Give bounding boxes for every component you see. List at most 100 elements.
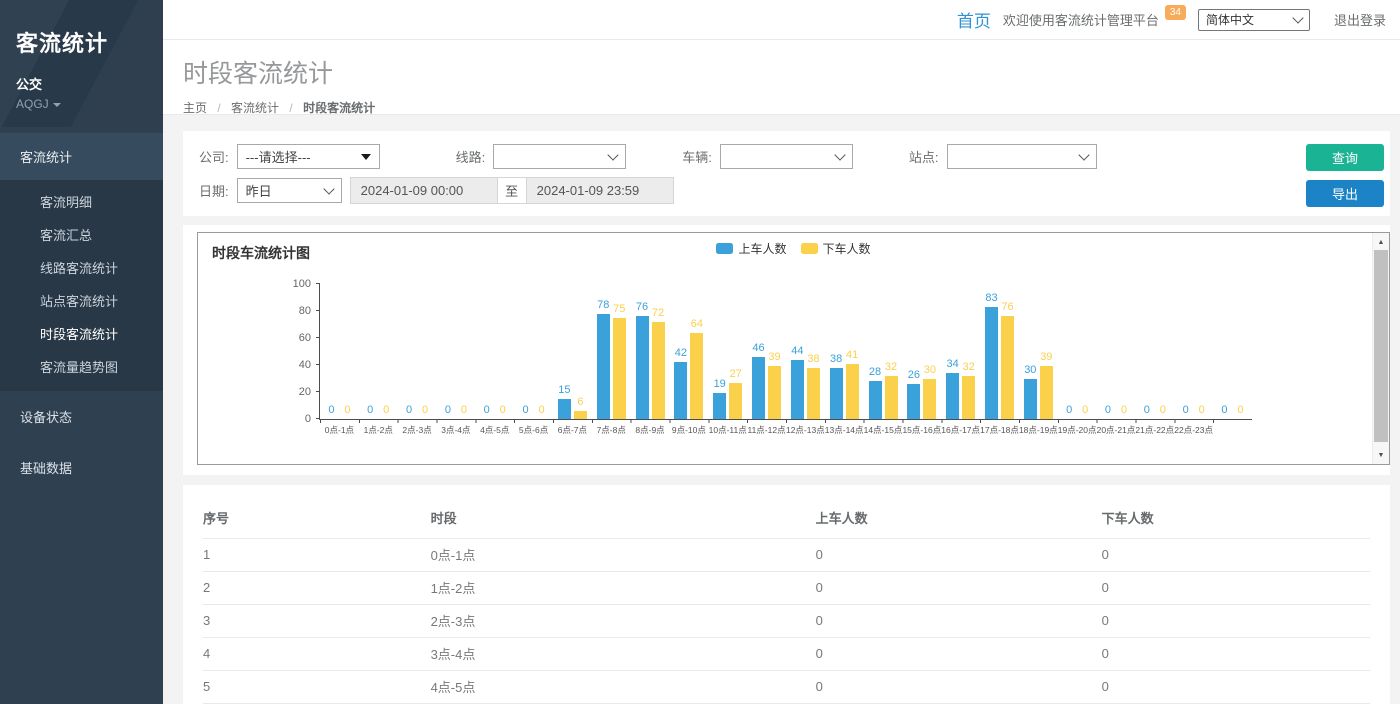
- table-cell: 0点-1点: [431, 539, 816, 572]
- table-cell: 2: [203, 572, 431, 605]
- line-select[interactable]: [493, 144, 626, 169]
- logout-link[interactable]: 退出登录: [1334, 10, 1386, 29]
- x-tick-label: 13点-14点: [825, 424, 864, 436]
- table-cell: 4: [203, 638, 431, 671]
- table-cell: 0: [816, 605, 1102, 638]
- org-name: 公交: [16, 74, 147, 93]
- bar-value-label: 0: [1183, 404, 1189, 416]
- topbar: 首页 欢迎使用客流统计管理平台 34 简体中文 退出登录: [163, 0, 1400, 40]
- language-select[interactable]: 简体中文: [1198, 9, 1310, 31]
- bar: 30: [1024, 379, 1037, 420]
- bar-group: 2832: [864, 376, 903, 419]
- table-cell: 5: [203, 671, 431, 704]
- scrollbar-down-arrow[interactable]: ▼: [1373, 447, 1389, 463]
- breadcrumb-home[interactable]: 主页: [183, 101, 207, 115]
- bar: 39: [768, 366, 781, 419]
- bar-value-label: 30: [924, 364, 936, 376]
- bar: 42: [674, 362, 687, 419]
- chart-scrollbar[interactable]: ▲ ▼: [1372, 233, 1389, 464]
- bar-group: 156: [553, 399, 592, 419]
- table-body: 10点-1点0021点-2点0032点-3点0043点-4点0054点-5点00…: [203, 539, 1370, 704]
- bar: 15: [558, 399, 571, 419]
- bar-group: 3841: [825, 364, 864, 419]
- table-cell: 0: [1102, 671, 1370, 704]
- app-window: 客流统计 公交 AQGJ 客流统计 客流明细客流汇总线路客流统计站点客流统计时段…: [0, 0, 1400, 704]
- table-cell: 1点-2点: [431, 572, 816, 605]
- bar-value-label: 44: [791, 345, 803, 357]
- y-tick-label: 0: [305, 413, 311, 425]
- y-tick-label: 60: [299, 332, 311, 344]
- export-button[interactable]: 导出: [1306, 180, 1384, 207]
- y-tick-label: 80: [299, 305, 311, 317]
- chevron-down-icon: [323, 183, 334, 194]
- bar-value-label: 76: [1001, 301, 1013, 313]
- bar-group: 7875: [592, 314, 631, 419]
- table-header-period: 时段: [431, 499, 816, 539]
- bar-group: 3432: [941, 373, 980, 419]
- bar-value-label: 0: [1237, 404, 1243, 416]
- bar-value-label: 0: [406, 404, 412, 416]
- notification-badge[interactable]: 34: [1165, 5, 1186, 20]
- bar-value-label: 46: [752, 342, 764, 354]
- sidebar-subitem[interactable]: 客流明细: [0, 185, 163, 218]
- chart-panel: 时段车流统计图 上车人数下车人数 00000000000015678757672…: [183, 225, 1390, 475]
- home-link[interactable]: 首页: [957, 7, 991, 32]
- bar: 72: [652, 322, 665, 419]
- table-header-alighting: 下车人数: [1102, 499, 1370, 539]
- bar-value-label: 19: [714, 378, 726, 390]
- sidebar-item-base-data[interactable]: 基础数据: [0, 442, 163, 493]
- station-select[interactable]: [947, 144, 1097, 169]
- x-tick-label: 16点-17点: [941, 424, 980, 436]
- table-row: 21点-2点00: [203, 572, 1370, 605]
- data-table-panel: 序号 时段 上车人数 下车人数 10点-1点0021点-2点0032点-3点00…: [183, 485, 1390, 704]
- table-cell: 0: [816, 572, 1102, 605]
- bar: 30: [923, 379, 936, 420]
- breadcrumb-passenger-stats[interactable]: 客流统计: [231, 101, 279, 115]
- bar: 75: [613, 318, 626, 419]
- table-cell: 3: [203, 605, 431, 638]
- chart-x-ticks: [320, 419, 1252, 423]
- date-to-input[interactable]: 2024-01-09 23:59: [526, 177, 674, 204]
- page-title: 时段客流统计: [183, 54, 1400, 90]
- table-cell: 0: [1102, 539, 1370, 572]
- bar: 6: [574, 411, 587, 419]
- breadcrumb-separator: /: [217, 101, 220, 115]
- legend-item[interactable]: 下车人数: [801, 240, 871, 257]
- bar: 44: [791, 360, 804, 419]
- bar-value-label: 0: [500, 404, 506, 416]
- date-from-input[interactable]: 2024-01-09 00:00: [350, 177, 498, 204]
- scrollbar-up-arrow[interactable]: ▲: [1373, 234, 1389, 250]
- bar-value-label: 64: [691, 318, 703, 330]
- sidebar-subitem[interactable]: 线路客流统计: [0, 251, 163, 284]
- sidebar-subitem[interactable]: 时段客流统计: [0, 317, 163, 350]
- date-preset-select[interactable]: 昨日: [237, 178, 342, 203]
- table-cell: 4点-5点: [431, 671, 816, 704]
- user-dropdown[interactable]: AQGJ: [16, 97, 147, 111]
- date-to-label: 至: [498, 177, 526, 204]
- sidebar-subitem[interactable]: 站点客流统计: [0, 284, 163, 317]
- y-tick-label: 100: [293, 278, 311, 290]
- legend-item[interactable]: 上车人数: [716, 240, 786, 257]
- breadcrumb-current: 时段客流统计: [303, 101, 375, 115]
- legend-label: 下车人数: [823, 240, 871, 257]
- sidebar-item-device-status[interactable]: 设备状态: [0, 391, 163, 442]
- table-cell: 0: [816, 638, 1102, 671]
- vehicle-select[interactable]: [720, 144, 853, 169]
- table-cell: 0: [1102, 638, 1370, 671]
- x-tick-label: 2点-3点: [398, 424, 437, 436]
- bar-value-label: 41: [846, 349, 858, 361]
- x-tick-label: 21点-22点: [1135, 424, 1174, 436]
- chevron-down-icon: [1292, 12, 1303, 23]
- bar-value-label: 6: [577, 396, 583, 408]
- chart-legend: 上车人数 下车人数: [198, 240, 1389, 257]
- sidebar-subitem[interactable]: 客流汇总: [0, 218, 163, 251]
- bar-value-label: 0: [1066, 404, 1072, 416]
- scrollbar-thumb[interactable]: [1374, 250, 1388, 442]
- chart-box: 时段车流统计图 上车人数下车人数 00000000000015678757672…: [197, 232, 1390, 465]
- sidebar-section-passenger-stats[interactable]: 客流统计: [0, 133, 163, 180]
- company-select[interactable]: ---请选择---: [237, 144, 380, 169]
- search-button[interactable]: 查询: [1306, 144, 1384, 171]
- content: 公司: ---请选择--- 线路: 车辆: 站点:: [163, 115, 1400, 704]
- x-tick-label: 0点-1点: [320, 424, 359, 436]
- sidebar-subitem[interactable]: 客流量趋势图: [0, 350, 163, 383]
